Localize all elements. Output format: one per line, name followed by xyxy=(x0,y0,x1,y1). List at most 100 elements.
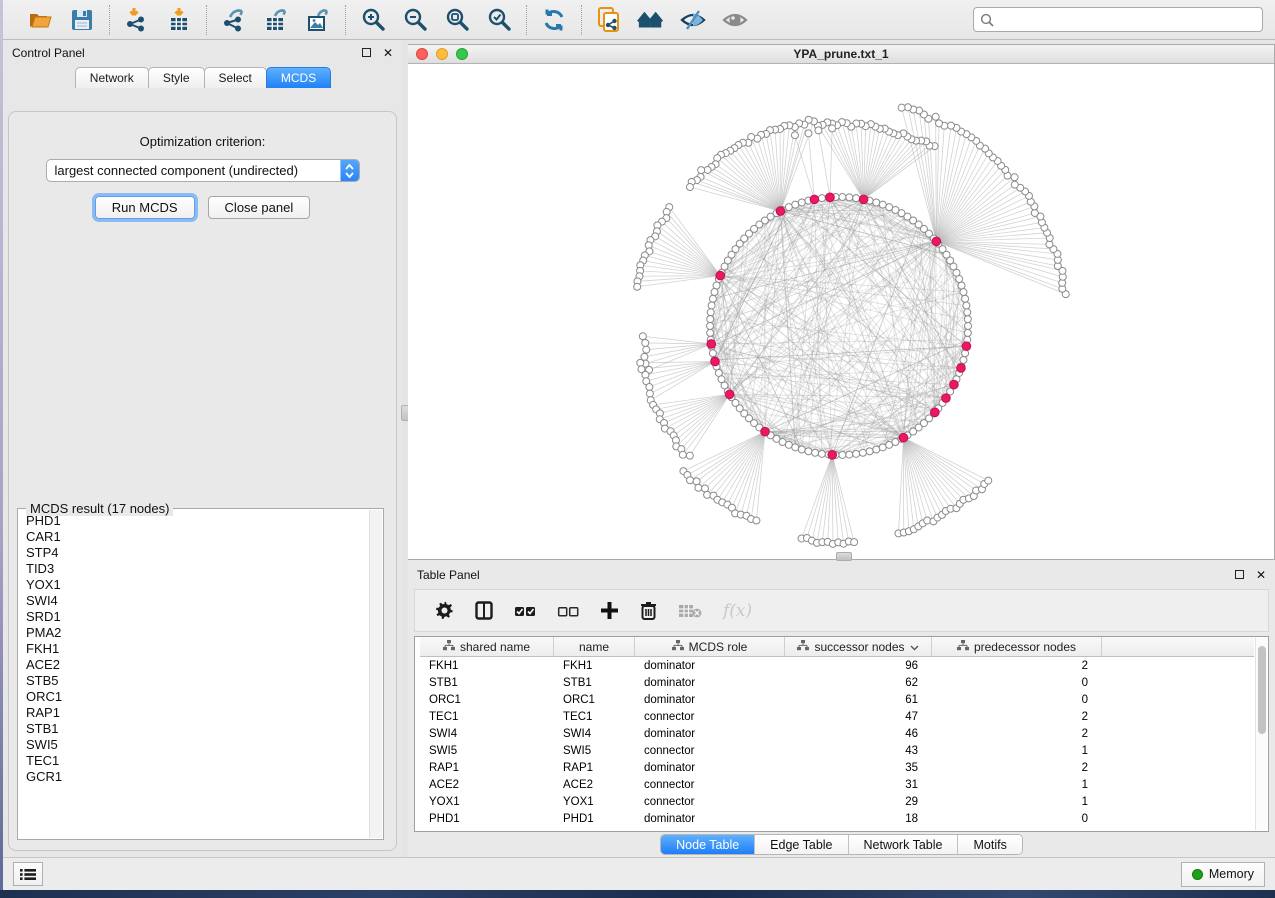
cell-MCDS-role: connector xyxy=(635,779,785,791)
mcds-result-group: MCDS result (17 nodes) PHD1CAR1STP4TID3Y… xyxy=(17,508,384,840)
table-panel: Table Panel ✕ xyxy=(408,560,1275,857)
export-table-icon[interactable] xyxy=(262,6,290,34)
import-network-icon[interactable] xyxy=(123,6,151,34)
result-node[interactable]: STB1 xyxy=(26,721,369,737)
close-panel-icon[interactable]: ✕ xyxy=(1256,569,1266,581)
result-node[interactable]: SRD1 xyxy=(26,609,369,625)
result-list-scrollbar[interactable] xyxy=(369,510,382,838)
delete-column-icon[interactable] xyxy=(640,601,657,621)
table-row[interactable]: ORC1ORC1dominator610 xyxy=(420,691,1254,708)
result-node[interactable]: FKH1 xyxy=(26,641,369,657)
settings-gear-icon[interactable] xyxy=(435,601,454,620)
cell-MCDS-role: dominator xyxy=(635,728,785,740)
column-header-MCDS-role[interactable]: MCDS role xyxy=(635,637,785,656)
tab-edge-table[interactable]: Edge Table xyxy=(755,835,848,854)
network-window: YPA_prune.txt_1 xyxy=(408,44,1275,560)
memory-button[interactable]: Memory xyxy=(1181,862,1265,887)
table-row[interactable]: SWI4SWI4dominator462 xyxy=(420,725,1254,742)
result-node[interactable]: CAR1 xyxy=(26,529,369,545)
result-node[interactable]: STB5 xyxy=(26,673,369,689)
tab-network-table[interactable]: Network Table xyxy=(849,835,959,854)
column-header-successor-nodes[interactable]: successor nodes xyxy=(785,637,932,656)
table-row[interactable]: FKH1FKH1dominator962 xyxy=(420,657,1254,674)
table-scrollbar[interactable] xyxy=(1255,638,1267,830)
cell-shared-name: SWI5 xyxy=(420,745,554,757)
horizontal-splitter-handle[interactable] xyxy=(836,552,852,561)
table-tabs: Node TableEdge TableNetwork TableMotifs xyxy=(408,832,1275,857)
import-table-icon[interactable] xyxy=(165,6,193,34)
run-mcds-button[interactable]: Run MCDS xyxy=(95,196,195,219)
zoom-fit-icon[interactable] xyxy=(443,6,471,34)
cell-MCDS-role: connector xyxy=(635,711,785,723)
cell-name: SWI4 xyxy=(554,728,635,740)
export-network-icon[interactable] xyxy=(220,6,248,34)
result-node[interactable]: PHD1 xyxy=(26,513,369,529)
result-node[interactable]: ORC1 xyxy=(26,689,369,705)
select-all-icon[interactable] xyxy=(514,604,536,618)
result-node[interactable]: STP4 xyxy=(26,545,369,561)
network-canvas[interactable] xyxy=(408,64,1274,559)
task-history-button[interactable] xyxy=(13,862,43,886)
table-row[interactable]: RAP1RAP1dominator352 xyxy=(420,759,1254,776)
table-row[interactable]: YOX1YOX1connector291 xyxy=(420,793,1254,810)
column-header-name[interactable]: name xyxy=(554,637,635,656)
add-column-icon[interactable] xyxy=(600,601,619,620)
cell-name: ACE2 xyxy=(554,779,635,791)
tab-network[interactable]: Network xyxy=(75,67,149,88)
close-panel-button[interactable]: Close panel xyxy=(208,196,311,219)
float-panel-icon[interactable] xyxy=(362,48,371,57)
column-type-icon xyxy=(443,640,455,654)
network-graph[interactable] xyxy=(408,64,1273,559)
tab-select[interactable]: Select xyxy=(204,67,267,88)
cell-predecessor-nodes: 1 xyxy=(932,745,1102,757)
result-node[interactable]: YOX1 xyxy=(26,577,369,593)
save-session-icon[interactable] xyxy=(68,6,96,34)
unselect-all-icon[interactable] xyxy=(557,604,579,618)
result-node[interactable]: ACE2 xyxy=(26,657,369,673)
table-scrollbar-thumb[interactable] xyxy=(1258,646,1266,734)
table-row[interactable]: PHD1PHD1dominator180 xyxy=(420,810,1254,827)
refresh-layout-icon[interactable] xyxy=(540,6,568,34)
function-builder-icon[interactable]: f(x) xyxy=(723,601,752,621)
result-node[interactable]: PMA2 xyxy=(26,625,369,641)
optimization-criterion-select[interactable]: largest connected component (undirected) xyxy=(46,159,360,182)
first-neighbors-icon[interactable] xyxy=(595,6,623,34)
table-row[interactable]: TEC1TEC1connector472 xyxy=(420,708,1254,725)
open-session-icon[interactable] xyxy=(26,6,54,34)
column-type-icon xyxy=(797,640,809,654)
cell-shared-name: RAP1 xyxy=(420,762,554,774)
tab-node-table[interactable]: Node Table xyxy=(661,835,755,854)
result-node[interactable]: TEC1 xyxy=(26,753,369,769)
show-columns-icon[interactable] xyxy=(475,601,493,620)
tab-mcds[interactable]: MCDS xyxy=(266,67,331,88)
cytoscape-window: Control Panel ✕ NetworkStyleSelectMCDS O… xyxy=(3,0,1275,890)
clear-table-icon[interactable] xyxy=(678,603,702,619)
tab-motifs[interactable]: Motifs xyxy=(958,835,1021,854)
mcds-result-list[interactable]: PHD1CAR1STP4TID3YOX1SWI4SRD1PMA2FKH1ACE2… xyxy=(19,513,369,838)
cell-MCDS-role: connector xyxy=(635,745,785,757)
show-graphics-details-icon[interactable] xyxy=(721,6,749,34)
export-image-icon[interactable] xyxy=(304,6,332,34)
hide-graphics-details-icon[interactable] xyxy=(679,6,707,34)
column-header-shared-name[interactable]: shared name xyxy=(420,637,554,656)
network-overview-icon[interactable] xyxy=(637,6,665,34)
close-panel-icon[interactable]: ✕ xyxy=(383,47,393,59)
float-panel-icon[interactable] xyxy=(1235,570,1244,579)
result-node[interactable]: SWI4 xyxy=(26,593,369,609)
zoom-out-icon[interactable] xyxy=(401,6,429,34)
column-header-predecessor-nodes[interactable]: predecessor nodes xyxy=(932,637,1102,656)
result-node[interactable]: SWI5 xyxy=(26,737,369,753)
table-row[interactable]: STB1STB1dominator620 xyxy=(420,674,1254,691)
table-row[interactable]: SWI5SWI5connector431 xyxy=(420,742,1254,759)
search-input[interactable] xyxy=(998,10,1256,30)
table-row[interactable]: ACE2ACE2connector311 xyxy=(420,776,1254,793)
cell-MCDS-role: connector xyxy=(635,796,785,808)
result-node[interactable]: GCR1 xyxy=(26,769,369,785)
zoom-in-icon[interactable] xyxy=(359,6,387,34)
zoom-selected-icon[interactable] xyxy=(485,6,513,34)
result-node[interactable]: TID3 xyxy=(26,561,369,577)
memory-status-icon xyxy=(1192,869,1203,880)
result-node[interactable]: RAP1 xyxy=(26,705,369,721)
tab-style[interactable]: Style xyxy=(148,67,205,88)
control-panel-tabs: NetworkStyleSelectMCDS xyxy=(3,67,402,88)
